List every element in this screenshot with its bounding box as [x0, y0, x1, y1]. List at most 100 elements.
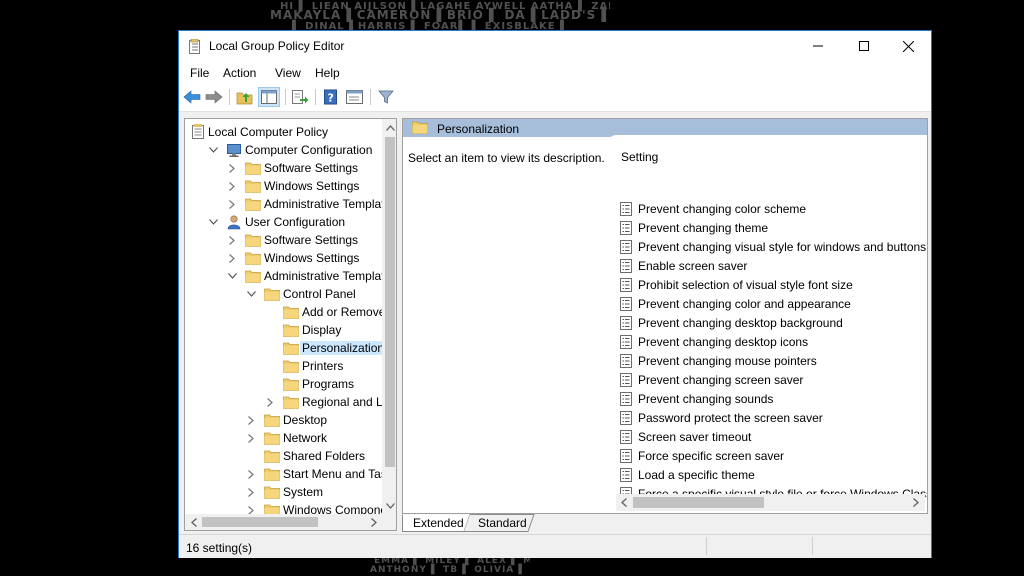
tree-node[interactable]: User Configuration: [185, 213, 382, 231]
scroll-left-button[interactable]: [616, 494, 632, 511]
tree-node[interactable]: Regional and Lang: [185, 393, 396, 411]
details-pane: Personalization Select an item to view i…: [402, 118, 928, 514]
scroll-right-button[interactable]: [365, 514, 382, 530]
scroll-up-button[interactable]: [382, 119, 396, 136]
chevron-down-icon[interactable]: [246, 288, 256, 300]
tab-standard[interactable]: Standard: [478, 514, 527, 531]
tree-node[interactable]: Shared Folders: [185, 447, 382, 465]
setting-row[interactable]: Force specific screen saver: [619, 447, 927, 466]
tree-node[interactable]: Windows Settings: [185, 249, 382, 267]
chevron-right-icon[interactable]: [246, 486, 256, 498]
export-list-button[interactable]: [289, 87, 311, 107]
tree-node[interactable]: Programs: [185, 375, 382, 393]
tree-horizontal-scrollbar[interactable]: [185, 514, 382, 530]
minimize-button[interactable]: [795, 31, 841, 61]
scroll-left-button[interactable]: [185, 514, 202, 530]
chevron-right-icon[interactable]: [227, 198, 237, 210]
properties-icon: [345, 90, 363, 104]
user-icon: [226, 214, 242, 230]
setting-row[interactable]: Prevent changing desktop icons: [619, 333, 927, 352]
chevron-right-icon[interactable]: [227, 252, 237, 264]
tree-node[interactable]: Personalization: [185, 339, 387, 357]
filter-icon: [378, 90, 394, 104]
status-setting-count: 16 setting(s): [186, 541, 253, 555]
setting-row[interactable]: Prevent changing sounds: [619, 390, 927, 409]
tree-node[interactable]: Control Panel: [185, 285, 382, 303]
maximize-button[interactable]: [841, 31, 887, 61]
scroll-down-button[interactable]: [382, 497, 396, 514]
chevron-right-icon[interactable]: [227, 234, 237, 246]
setting-label: Prevent changing sounds: [638, 392, 774, 406]
chevron-right-icon[interactable]: [265, 396, 275, 408]
setting-row[interactable]: Prevent changing theme: [619, 219, 927, 238]
menu-file[interactable]: File: [190, 66, 209, 80]
tree-node[interactable]: Local Computer Policy: [185, 123, 382, 141]
help-button[interactable]: ?: [320, 87, 342, 107]
properties-button[interactable]: [343, 87, 365, 107]
tree-node[interactable]: Add or Remove Pr: [185, 303, 396, 321]
gpedit-window: Local Group Policy Editor File Action Vi…: [178, 30, 932, 558]
column-header-setting[interactable]: Setting: [621, 150, 658, 164]
tree-node[interactable]: Software Settings: [185, 159, 382, 177]
chevron-right-icon[interactable]: [246, 414, 256, 426]
tree-node-label: System: [283, 485, 324, 499]
chevron-right-icon[interactable]: [227, 162, 237, 174]
tree-node[interactable]: Network: [185, 429, 382, 447]
chevron-right-icon[interactable]: [246, 432, 256, 444]
tree-vertical-scrollbar[interactable]: [382, 119, 396, 514]
chevron-down-icon[interactable]: [227, 270, 237, 282]
tree-node[interactable]: Administrative Templates: [185, 267, 396, 285]
chevron-down-icon[interactable]: [208, 144, 218, 156]
menu-action[interactable]: Action: [223, 66, 256, 80]
tree-vscroll-thumb[interactable]: [385, 137, 395, 467]
setting-row[interactable]: Prevent changing color and appearance: [619, 295, 927, 314]
setting-row[interactable]: Prevent changing color scheme: [619, 200, 927, 219]
menu-bar: File Action View Help: [179, 61, 931, 83]
scroll-right-button[interactable]: [908, 494, 924, 511]
tree-node[interactable]: Printers: [185, 357, 382, 375]
minimize-icon: [813, 45, 823, 47]
setting-row[interactable]: Prevent changing desktop background: [619, 314, 927, 333]
tree-node[interactable]: Start Menu and Taskb: [185, 465, 396, 483]
setting-row[interactable]: Password protect the screen saver: [619, 409, 927, 428]
policy-setting-icon: [619, 392, 633, 406]
filter-button[interactable]: [375, 87, 397, 107]
chevron-down-icon[interactable]: [208, 216, 218, 228]
tree-node[interactable]: Computer Configuration: [185, 141, 382, 159]
policy-setting-icon: [619, 411, 633, 425]
settings-hscroll-thumb[interactable]: [633, 497, 764, 508]
setting-row[interactable]: Load a specific theme: [619, 466, 927, 485]
chevron-right-icon[interactable]: [246, 468, 256, 480]
settings-horizontal-scrollbar[interactable]: [616, 494, 925, 511]
setting-row[interactable]: Screen saver timeout: [619, 428, 927, 447]
console-tree[interactable]: Local Computer Policy Computer Configurat…: [184, 118, 397, 531]
tree-hscroll-thumb[interactable]: [202, 517, 318, 527]
setting-row[interactable]: Prohibit selection of visual style font …: [619, 276, 927, 295]
tree-node[interactable]: Desktop: [185, 411, 382, 429]
folder-icon: [264, 466, 280, 482]
tree-node[interactable]: System: [185, 483, 382, 501]
setting-row[interactable]: Prevent changing mouse pointers: [619, 352, 927, 371]
close-button[interactable]: [885, 31, 931, 61]
setting-label: Prevent changing screen saver: [638, 373, 804, 387]
tree-node[interactable]: Software Settings: [185, 231, 382, 249]
up-one-level-button[interactable]: [234, 87, 256, 107]
tree-node[interactable]: Display: [185, 321, 382, 339]
chevron-right-icon[interactable]: [227, 180, 237, 192]
setting-row[interactable]: Enable screen saver: [619, 257, 927, 276]
menu-help[interactable]: Help: [315, 66, 340, 80]
tree-node[interactable]: Administrative Templates: [185, 195, 396, 213]
show-hide-tree-button[interactable]: [258, 87, 280, 107]
tab-extended[interactable]: Extended: [413, 514, 464, 531]
tree-node-label: Software Settings: [264, 161, 359, 175]
setting-row[interactable]: Prevent changing screen saver: [619, 371, 927, 390]
back-button[interactable]: [181, 87, 203, 107]
policy-setting-icon: [619, 449, 633, 463]
policy-setting-icon: [619, 316, 633, 330]
title-bar[interactable]: Local Group Policy Editor: [179, 31, 931, 61]
menu-view[interactable]: View: [275, 66, 301, 80]
tree-node[interactable]: Windows Settings: [185, 177, 382, 195]
forward-button[interactable]: [203, 87, 225, 107]
setting-row[interactable]: Prevent changing visual style for window…: [619, 238, 927, 257]
tree-node-label: Programs: [302, 377, 355, 391]
